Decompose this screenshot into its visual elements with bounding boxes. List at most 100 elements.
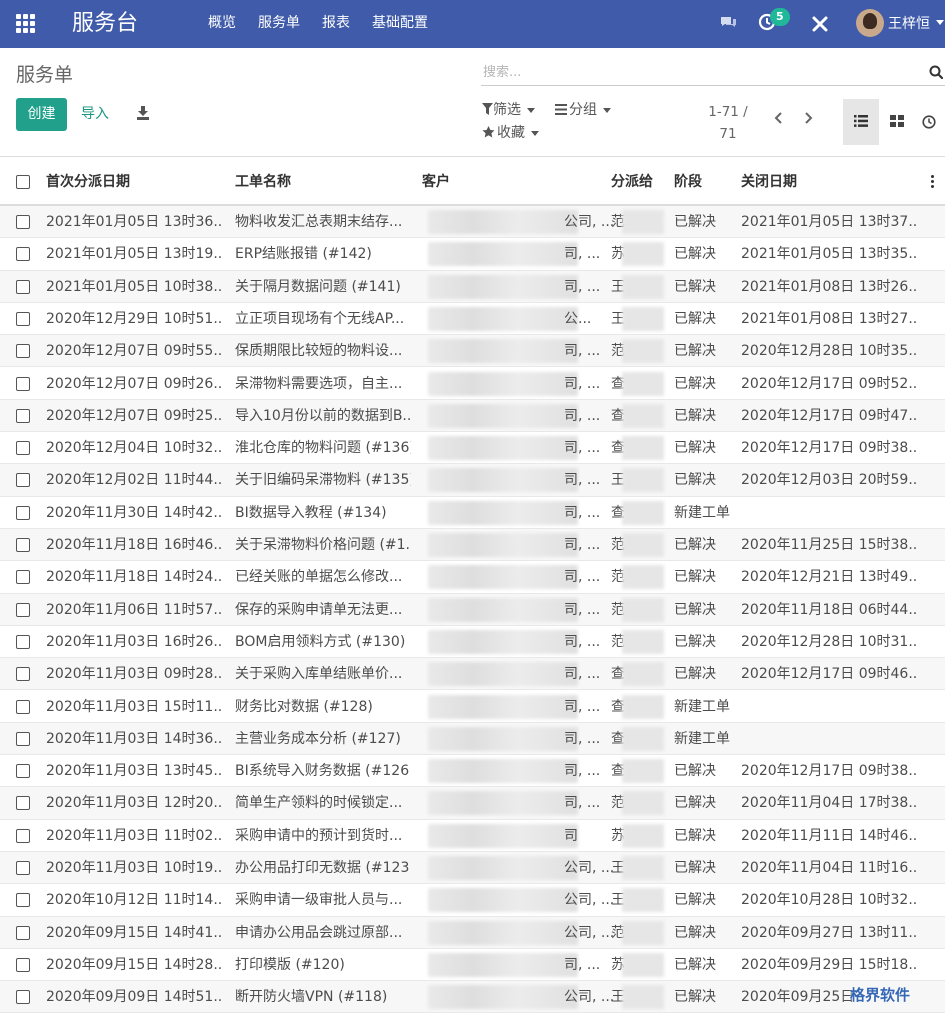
row-checkbox[interactable] xyxy=(16,538,30,552)
ticket-name-cell: 导入10月份以前的数据到B... xyxy=(235,407,411,424)
row-checkbox[interactable] xyxy=(16,731,30,746)
filter-dropdown[interactable]: 筛选 xyxy=(482,100,535,120)
row-checkbox[interactable] xyxy=(16,376,30,391)
pager-value[interactable]: 1-71 / 71 xyxy=(704,101,752,145)
row-checkbox[interactable] xyxy=(16,861,30,875)
row-checkbox[interactable] xyxy=(16,957,30,972)
row-checkbox[interactable] xyxy=(16,796,30,811)
row-checkbox[interactable] xyxy=(16,667,30,682)
optional-columns-icon[interactable] xyxy=(931,175,934,189)
user-menu-caret-icon[interactable] xyxy=(936,20,944,25)
first-dispatch-date-cell: 2020年10月12日 11时14... xyxy=(46,892,222,909)
table-row[interactable]: 2020年12月07日 09时26... 呆滞物料需要选项，自主... 司, ...… xyxy=(0,368,945,400)
redacted-customer-blur xyxy=(428,274,578,299)
menu-item-reports[interactable]: 报表 xyxy=(322,13,350,33)
row-checkbox[interactable] xyxy=(16,699,30,714)
user-avatar[interactable] xyxy=(856,9,884,37)
row-checkbox[interactable] xyxy=(16,990,30,1005)
import-button[interactable]: 导入 xyxy=(81,104,109,124)
row-checkbox[interactable] xyxy=(16,311,30,326)
group-by-dropdown[interactable]: 分组 xyxy=(555,100,611,120)
kanban-view-button[interactable] xyxy=(879,99,915,145)
table-row[interactable]: 2020年11月03日 11时02... 采购申请中的预计到货时... 司苏已解决 2… xyxy=(0,820,945,852)
stage-cell: 已解决 xyxy=(674,343,716,360)
column-first-dispatch-date[interactable]: 首次分派日期 xyxy=(46,172,130,192)
row-checkbox[interactable] xyxy=(16,602,30,617)
first-dispatch-date-cell: 2021年01月05日 10时38... xyxy=(46,278,222,295)
table-row[interactable]: 2020年11月03日 15时11... 财务比对数据 (#128) 司, ... 查… xyxy=(0,691,945,723)
first-dispatch-date-cell: 2020年12月29日 10时51... xyxy=(46,310,222,327)
column-stage[interactable]: 阶段 xyxy=(674,172,702,192)
create-button[interactable]: 创建 xyxy=(16,98,67,131)
row-checkbox[interactable] xyxy=(16,893,30,908)
favorites-dropdown[interactable]: 收藏 xyxy=(482,123,539,143)
table-row[interactable]: 2020年12月07日 09时25... 导入10月份以前的数据到B... 司, .… xyxy=(0,399,945,433)
row-checkbox[interactable] xyxy=(16,279,30,294)
row-checkbox[interactable] xyxy=(16,828,30,843)
table-row[interactable]: 2020年11月03日 14时36... 主营业务成本分析 (#127) 司, ..… xyxy=(0,722,945,756)
row-checkbox[interactable] xyxy=(16,764,30,779)
redacted-customer-blur xyxy=(428,791,578,816)
customer-cell: 司, ... xyxy=(564,633,601,650)
table-row[interactable]: 2021年01月05日 10时38... 关于隔月数据问题 (#141) 司, ..… xyxy=(0,270,945,303)
row-checkbox[interactable] xyxy=(16,215,30,229)
column-assigned-to[interactable]: 分派给 xyxy=(611,172,653,192)
search-input[interactable] xyxy=(481,60,921,84)
row-checkbox[interactable] xyxy=(16,473,30,488)
list-view-button[interactable] xyxy=(843,99,879,145)
redacted-customer-blur xyxy=(428,468,578,493)
table-row[interactable]: 2020年09月09日 14时51... 断开防火墙VPN (#118) 公司, .… xyxy=(0,981,945,1014)
chevron-right-icon[interactable] xyxy=(805,112,813,124)
table-row[interactable]: 2020年11月18日 14时24... 已经关账的单据怎么修改... 司, ...… xyxy=(0,561,945,594)
menu-item-overview[interactable]: 概览 xyxy=(208,13,236,33)
row-checkbox[interactable] xyxy=(16,634,30,649)
table-row[interactable]: 2020年11月03日 12时20... 简单生产领料的时候锁定... 司, ...… xyxy=(0,787,945,820)
column-close-date[interactable]: 关闭日期 xyxy=(741,172,797,192)
row-checkbox[interactable] xyxy=(16,505,30,520)
table-row[interactable]: 2020年09月15日 14时41... 申请办公用品会跳过原部... 公司, ..… xyxy=(0,916,945,949)
ticket-name-cell: 断开防火墙VPN (#118) xyxy=(235,989,388,1006)
table-row[interactable]: 2020年11月30日 14时42... BI数据导入教程 (#134) 司, ..… xyxy=(0,497,945,529)
table-row[interactable]: 2020年10月12日 11时14... 采购申请一级审批人员与... 公司, ..… xyxy=(0,884,945,917)
activity-view-button[interactable] xyxy=(914,99,945,145)
row-checkbox[interactable] xyxy=(16,408,30,423)
table-row[interactable]: 2020年12月07日 09时55... 保质期限比较短的物料设... 司, ...… xyxy=(0,335,945,368)
pager-range: 1-71 / xyxy=(708,104,748,120)
row-checkbox[interactable] xyxy=(16,925,30,940)
search-icon[interactable] xyxy=(929,65,943,79)
column-ticket-name[interactable]: 工单名称 xyxy=(235,172,291,192)
table-row[interactable]: 2020年11月03日 13时45... BI系统导入财务数据 (#126 司, .… xyxy=(0,755,945,788)
row-checkbox[interactable] xyxy=(16,344,30,359)
row-checkbox[interactable] xyxy=(16,247,30,262)
user-name[interactable]: 王梓恒 xyxy=(888,14,930,34)
table-row[interactable]: 2020年09月15日 14时28... 打印模版 (#120) 司, ... 苏已解… xyxy=(0,949,945,982)
redacted-customer-blur xyxy=(428,823,578,848)
table-row[interactable]: 2020年11月06日 11时57... 保存的采购申请单无法更... 司, ...… xyxy=(0,593,945,626)
apps-menu-icon[interactable] xyxy=(16,14,36,34)
table-row[interactable]: 2020年12月29日 10时51... 立正项目现场有个无线AP... 公... 王… xyxy=(0,303,945,336)
table-row[interactable]: 2020年11月03日 16时26... BOM启用领料方式 (#130) 司, .… xyxy=(0,626,945,659)
row-checkbox[interactable] xyxy=(16,570,30,585)
stage-cell: 已解决 xyxy=(674,375,716,392)
table-row[interactable]: 2020年12月04日 10时32... 淮北仓库的物料问题 (#136) 司, .… xyxy=(0,432,945,465)
chat-icon[interactable] xyxy=(719,14,737,32)
select-all-checkbox[interactable] xyxy=(16,175,30,189)
row-checkbox[interactable] xyxy=(16,441,30,456)
table-row[interactable]: 2021年01月05日 13时36... 物料收发汇总表期末结存... 公司, ..… xyxy=(0,206,945,239)
filter-label: 筛选 xyxy=(493,102,521,118)
debug-tools-icon[interactable] xyxy=(811,15,829,33)
redacted-customer-blur xyxy=(428,339,578,364)
table-row[interactable]: 2020年12月02日 11时44... 关于旧编码呆滞物料 (#135) 司, .… xyxy=(0,464,945,497)
chevron-left-icon[interactable] xyxy=(774,112,782,124)
column-customer[interactable]: 客户 xyxy=(422,172,450,192)
close-date-cell: 2020年10月28日 10时32... xyxy=(741,892,917,909)
menu-item-configuration[interactable]: 基础配置 xyxy=(372,13,428,33)
download-icon[interactable] xyxy=(136,105,150,121)
menu-item-tickets[interactable]: 服务单 xyxy=(258,13,300,33)
close-date-cell: 2020年12月17日 09时38... xyxy=(741,440,917,457)
customer-cell: 司, ... xyxy=(564,956,601,973)
table-row[interactable]: 2021年01月05日 13时19... ERP结账报错 (#142) 司, ...… xyxy=(0,238,945,271)
table-row[interactable]: 2020年11月18日 16时46... 关于呆滞物料价格问题 (#1... 司, … xyxy=(0,529,945,562)
table-row[interactable]: 2020年11月03日 09时28... 关于采购入库单结账单价... 司, ...… xyxy=(0,658,945,691)
table-row[interactable]: 2020年11月03日 10时19... 办公用品打印无数据 (#123 公司, .… xyxy=(0,852,945,885)
